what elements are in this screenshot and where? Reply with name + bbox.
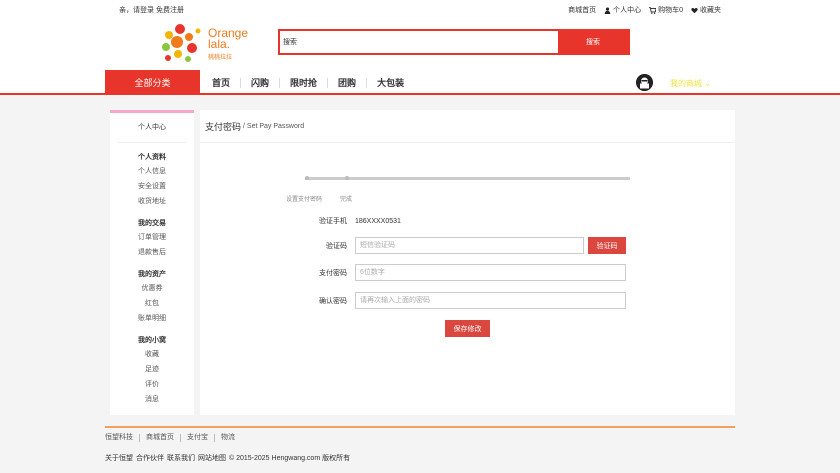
top-links: 商城首页 个人中心 购物车0 收藏夹 xyxy=(568,5,721,15)
nav-item-group[interactable]: 团购 xyxy=(327,77,366,88)
footer-link-home[interactable]: 商城首页 xyxy=(139,434,180,442)
page-title-cn: 支付密码 xyxy=(205,121,242,132)
phone-value: 186XXXX0531 xyxy=(355,217,401,225)
sidebar-group-title: 我的小窝 xyxy=(138,337,166,344)
code-label: 验证码 xyxy=(326,242,347,250)
footer-link-logistics[interactable]: 物流 xyxy=(214,434,241,442)
header: Orange lala. 桃桃拉拉 搜索 xyxy=(0,20,840,70)
footer-links: 恒望科技 商城首页 支付宝 物流 xyxy=(105,434,241,442)
my-mall-label: 我的商城 xyxy=(670,79,702,88)
logo-brand-text: Orange lala. xyxy=(208,27,248,51)
search-bar: 搜索 xyxy=(278,29,630,55)
account-sidebar: 个人中心 个人资料 个人信息 安全设置 收货地址 我的交易 订单管理 退款售后 … xyxy=(110,110,194,415)
footer-link-company[interactable]: 恒望科技 xyxy=(105,434,139,442)
nav-menu: 首页 闪购 限时抢 团购 大包装 xyxy=(212,70,414,95)
sms-code-input[interactable] xyxy=(355,237,584,254)
save-button[interactable]: 保存修改 xyxy=(445,320,490,337)
phone-label: 验证手机 xyxy=(319,218,347,225)
confirm-password-input[interactable] xyxy=(355,292,626,309)
sidebar-item-bills[interactable]: 账单明细 xyxy=(110,311,194,326)
cart-label: 购物车0 xyxy=(658,7,683,14)
chevron-down-icon: ⌄ xyxy=(704,79,711,88)
page-title-en: / Set Pay Password xyxy=(243,122,305,130)
nav-item-home[interactable]: 首页 xyxy=(212,78,240,88)
logo-dots-icon xyxy=(162,24,201,62)
footer-link-alipay[interactable]: 支付宝 xyxy=(180,434,214,442)
sidebar-item-refunds[interactable]: 退款售后 xyxy=(110,245,194,260)
footer-contact-link[interactable]: 联系我们 xyxy=(167,453,195,463)
sidebar-item-personal-info[interactable]: 个人信息 xyxy=(110,164,194,179)
favorites-link[interactable]: 收藏夹 xyxy=(691,5,721,15)
all-categories-button[interactable]: 全部分类 xyxy=(105,70,200,95)
nav-item-flash[interactable]: 闪购 xyxy=(240,77,279,88)
sidebar-item-messages[interactable]: 消息 xyxy=(110,392,194,407)
my-mall-link[interactable]: 我的商城 ⌄ xyxy=(670,78,711,89)
pay-password-row: 支付密码 xyxy=(300,264,626,281)
sidebar-group-assets: 我的资产 优惠券 红包 账单明细 xyxy=(110,268,194,326)
heart-icon xyxy=(691,7,698,13)
main-nav: 全部分类 首页 闪购 限时抢 团购 大包装 我的商城 ⌄ xyxy=(0,70,840,95)
sidebar-group-nest: 我的小窝 收藏 足迹 评价 消息 xyxy=(110,334,194,407)
favorites-label: 收藏夹 xyxy=(700,7,721,14)
user-center-link[interactable]: 个人中心 xyxy=(604,5,641,15)
login-register-link[interactable]: 亲，请登录 免费注册 xyxy=(119,5,184,15)
cart-icon xyxy=(649,6,657,14)
pay-password-label: 支付密码 xyxy=(319,269,347,277)
sidebar-item-security[interactable]: 安全设置 xyxy=(110,179,194,194)
copyright-bar: 关于恒望 合作伙伴 联系我们 网站地图 © 2015-2025 Hengwang… xyxy=(105,453,350,463)
footer-partners-link[interactable]: 合作伙伴 xyxy=(136,453,164,463)
confirm-password-row: 确认密码 xyxy=(300,292,626,309)
progress-steps xyxy=(305,176,630,180)
sidebar-item-reviews[interactable]: 评价 xyxy=(110,377,194,392)
mall-home-link[interactable]: 商城首页 xyxy=(568,5,596,15)
site-logo[interactable]: Orange lala. 桃桃拉拉 xyxy=(160,22,255,66)
page-title: 支付密码 / Set Pay Password xyxy=(200,110,735,143)
sidebar-group-title: 我的交易 xyxy=(138,220,166,227)
nav-item-limited[interactable]: 限时抢 xyxy=(279,77,327,88)
logo-line-2: lala. xyxy=(208,37,231,51)
sidebar-group-profile: 个人资料 个人信息 安全设置 收货地址 xyxy=(110,151,194,209)
sidebar-group-title: 我的资产 xyxy=(138,271,166,278)
mall-home-label: 商城首页 xyxy=(568,7,597,14)
confirm-password-label: 确认密码 xyxy=(319,297,347,305)
pay-password-input[interactable] xyxy=(355,264,626,281)
sidebar-group-title: 个人资料 xyxy=(138,154,166,161)
code-row: 验证码 验证码 xyxy=(300,237,626,254)
step-dot xyxy=(305,176,309,180)
sidebar-item-red-packets[interactable]: 红包 xyxy=(110,296,194,311)
nav-item-bulk[interactable]: 大包装 xyxy=(366,77,414,88)
footer-about-link[interactable]: 关于恒望 xyxy=(105,453,133,463)
phone-row: 验证手机 186XXXX0531 xyxy=(300,216,401,226)
sidebar-item-personal-center[interactable]: 个人中心 xyxy=(118,122,186,143)
user-center-label: 个人中心 xyxy=(613,7,642,14)
sidebar-item-orders[interactable]: 订单管理 xyxy=(110,230,194,245)
sidebar-item-coupons[interactable]: 优惠券 xyxy=(110,281,194,296)
pay-password-panel: 支付密码 / Set Pay Password 设置支付密码 完成 验证手机 1… xyxy=(200,110,735,415)
top-bar: 亲，请登录 免费注册 商城首页 个人中心 购物车0 收藏夹 xyxy=(0,0,840,20)
search-button[interactable]: 搜索 xyxy=(558,31,628,53)
search-input[interactable] xyxy=(280,31,558,53)
avatar[interactable] xyxy=(636,74,653,91)
sidebar-group-trade: 我的交易 订单管理 退款售后 xyxy=(110,217,194,260)
step-label: 设置支付密码 xyxy=(286,197,323,203)
footer-sitemap-link[interactable]: 网站地图 xyxy=(198,453,226,463)
sidebar-item-address[interactable]: 收货地址 xyxy=(110,194,194,209)
get-code-button[interactable]: 验证码 xyxy=(588,237,626,254)
logo-brand-cn: 桃桃拉拉 xyxy=(208,55,233,61)
user-icon xyxy=(604,6,611,14)
copyright-text: © 2015-2025 Hengwang.com 版权所有 xyxy=(229,455,351,462)
step-label: 完成 xyxy=(340,197,353,203)
step-dot xyxy=(345,176,349,180)
sidebar-item-footprints[interactable]: 足迹 xyxy=(110,362,194,377)
footer-divider xyxy=(105,426,735,428)
cart-link[interactable]: 购物车0 xyxy=(649,5,683,15)
sidebar-item-favorites[interactable]: 收藏 xyxy=(110,347,194,362)
